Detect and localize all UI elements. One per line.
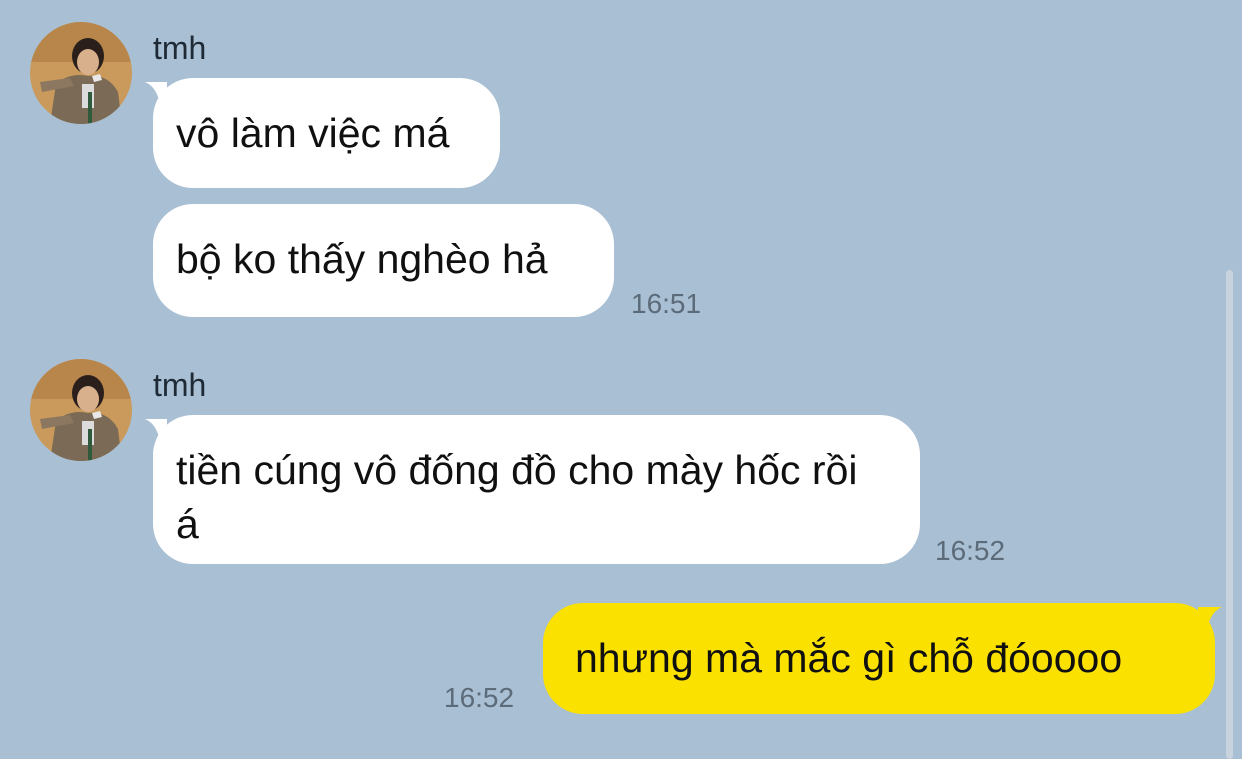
message-timestamp: 16:52 [935, 535, 1006, 566]
message-text: vô làm việc má [176, 110, 450, 156]
message-timestamp: 16:52 [444, 682, 515, 713]
outgoing-bubble-tail [1198, 607, 1222, 625]
message-bubble[interactable]: vô làm việc má [153, 78, 500, 188]
avatar[interactable] [30, 359, 132, 461]
outgoing-message-bubble[interactable]: nhưng mà mắc gì chỗ đóoooo [543, 603, 1215, 714]
sender-name: tmh [153, 367, 207, 403]
chat-window: tmh vô làm việc má bộ ko thấy nghèo hả 1… [0, 0, 1242, 759]
scrollbar[interactable] [1226, 270, 1233, 759]
message-text: tiền cúng vô đống đồ cho mày hốc rồi á [176, 447, 858, 547]
avatar[interactable] [30, 22, 132, 124]
message-timestamp: 16:51 [631, 288, 702, 319]
sender-name: tmh [153, 30, 207, 66]
message-bubble[interactable]: tiền cúng vô đống đồ cho mày hốc rồi á [153, 415, 920, 564]
message-bubble[interactable]: bộ ko thấy nghèo hả [153, 204, 614, 317]
message-text: nhưng mà mắc gì chỗ đóoooo [575, 635, 1123, 681]
message-text: bộ ko thấy nghèo hả [176, 236, 548, 282]
